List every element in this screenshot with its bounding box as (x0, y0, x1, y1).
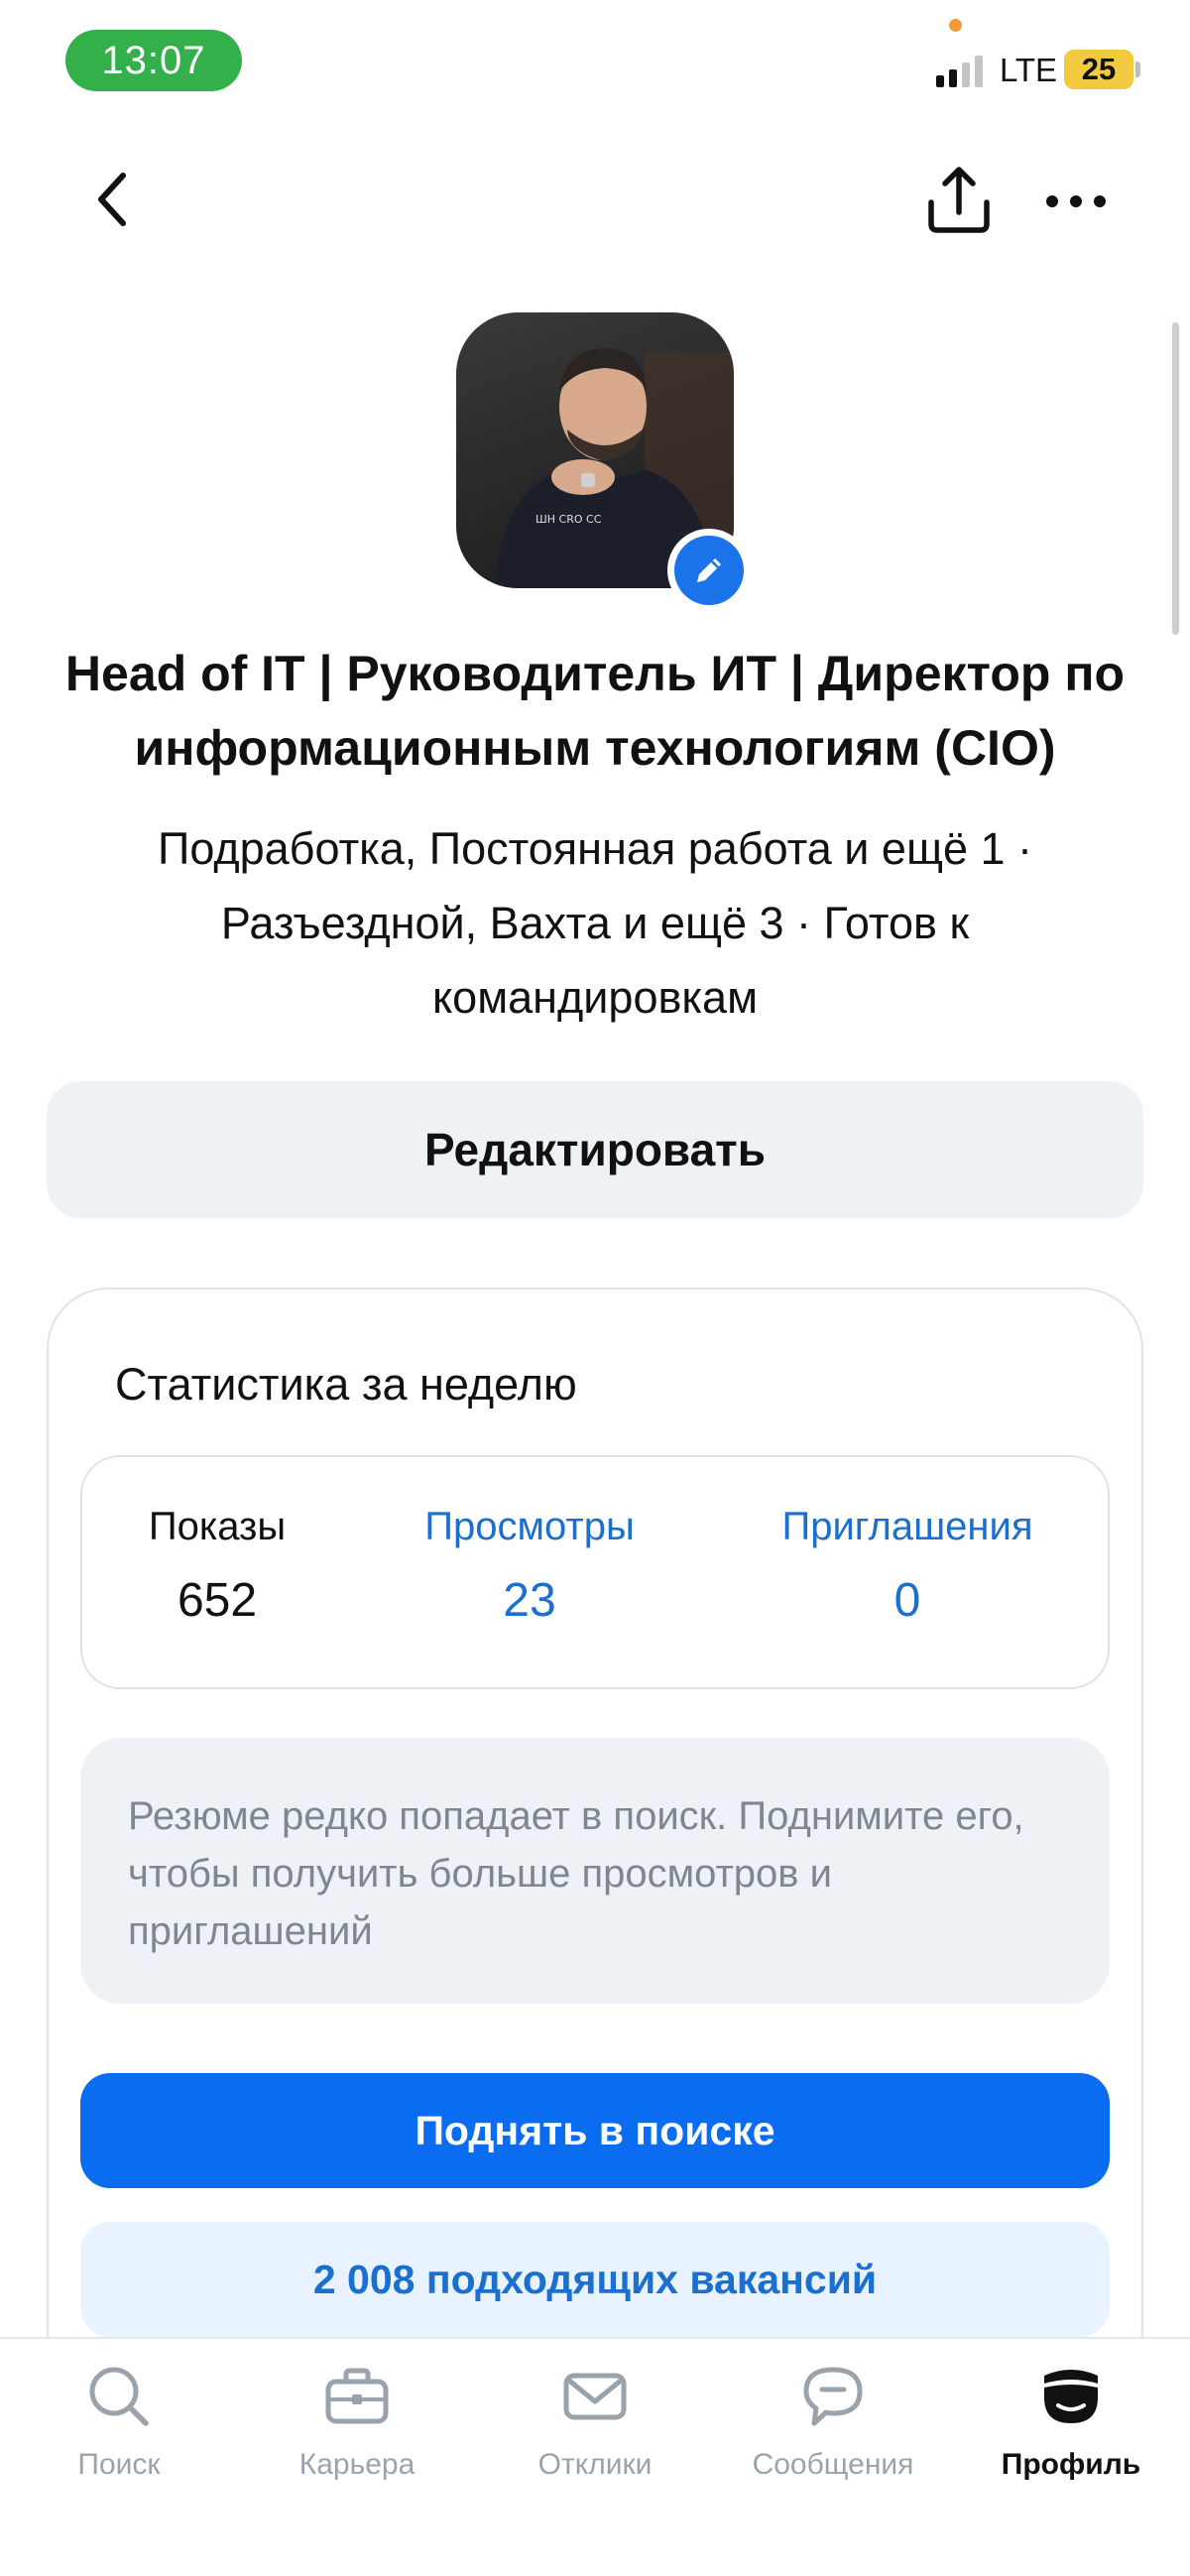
briefcase-icon (325, 2368, 389, 2424)
search-visibility-hint: Резюме редко попадает в поиск. Поднимите… (80, 1738, 1110, 2004)
back-button[interactable] (79, 164, 149, 233)
tab-label: Профиль (1001, 2448, 1141, 2481)
edit-resume-button[interactable]: Редактировать (47, 1081, 1143, 1218)
stats-heading: Статистика за неделю (115, 1359, 577, 1410)
share-button[interactable] (917, 159, 1001, 242)
status-time: 13:07 (65, 30, 242, 91)
scrollbar[interactable] (1172, 322, 1179, 635)
search-icon (89, 2367, 149, 2426)
tab-search[interactable]: Поиск (0, 2339, 238, 2537)
tab-label: Поиск (77, 2448, 161, 2481)
share-icon (928, 167, 990, 233)
stat-label: Просмотры (424, 1505, 635, 1548)
chevron-left-icon (98, 173, 126, 226)
stat-value: 0 (893, 1574, 921, 1627)
battery-tip (1135, 61, 1140, 77)
privacy-indicator-dot (949, 19, 962, 32)
stat-impressions: Показы 652 (82, 1457, 352, 1687)
raise-in-search-button[interactable]: Поднять в поиске (80, 2073, 1110, 2188)
tab-label: Отклики (537, 2448, 653, 2481)
profile-title: Head of IT | Руководитель ИТ | Директор … (64, 646, 1126, 776)
svg-text:ШН CRO CC: ШН CRO CC (536, 513, 602, 526)
more-options-button[interactable] (1036, 169, 1116, 238)
tab-label: Карьера (298, 2448, 416, 2481)
tab-messages[interactable]: Сообщения (714, 2339, 952, 2537)
stats-counters: Показы 652 Просмотры 23 Приглашения 0 (80, 1455, 1110, 1689)
matching-vacancies-button[interactable]: 2 008 подходящих вакансий (80, 2222, 1110, 2337)
signal-strength-icon (936, 54, 983, 87)
tab-label: Сообщения (752, 2448, 914, 2481)
bottom-tab-bar: Поиск Карьера Отклики Сообщения Профиль (0, 2337, 1190, 2576)
tab-profile[interactable]: Профиль (952, 2339, 1190, 2537)
tab-career[interactable]: Карьера (238, 2339, 476, 2537)
stat-views[interactable]: Просмотры 23 (352, 1457, 707, 1687)
stat-value: 23 (503, 1574, 556, 1627)
stat-label: Показы (148, 1505, 287, 1548)
pencil-icon (697, 558, 721, 582)
profile-employment-details: Подработка, Постоянная работа и ещё 1 · … (157, 823, 1033, 1023)
edit-avatar-button[interactable] (667, 529, 751, 612)
more-horizontal-icon (1046, 195, 1106, 207)
tab-responses[interactable]: Отклики (476, 2339, 714, 2537)
envelope-icon (563, 2373, 627, 2420)
stat-value: 652 (177, 1574, 258, 1627)
stat-invitations[interactable]: Приглашения 0 (707, 1457, 1108, 1687)
battery-level: 25 (1064, 50, 1133, 89)
stat-label: Приглашения (781, 1505, 1033, 1548)
chat-icon (803, 2367, 863, 2426)
profile-icon (1044, 2370, 1098, 2423)
network-type: LTE (1000, 52, 1058, 88)
